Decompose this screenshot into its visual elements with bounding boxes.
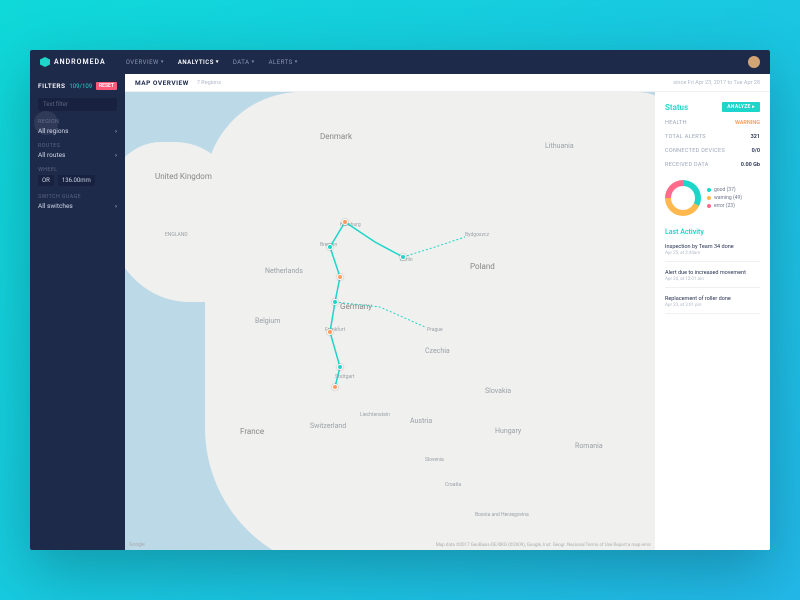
- reset-button[interactable]: RESET: [96, 82, 117, 90]
- map-label: Hungary: [495, 427, 521, 435]
- app-window: ANDROMEDA OVERVIEW▾ ANALYTICS▾ DATA▾ ALE…: [30, 50, 770, 550]
- filters-title: FILTERS: [38, 82, 65, 90]
- map-label: Germany: [340, 302, 372, 311]
- map-node[interactable]: [332, 384, 338, 390]
- legend-warning: warning (49): [707, 195, 742, 201]
- content: United Kingdom ENGLAND Denmark Netherlan…: [125, 92, 770, 550]
- map-label: Lithuania: [545, 142, 574, 150]
- map-label: Belgium: [255, 317, 280, 325]
- activity-item[interactable]: Inspection by Team 34 done Apr 25, at 2:…: [665, 244, 760, 262]
- filter-routes[interactable]: ROUTES All routes›: [38, 143, 117, 159]
- last-activity-title: Last Activity: [665, 228, 760, 236]
- donut-chart: [665, 180, 701, 216]
- filter-switch-guage[interactable]: SWITCH GUAGE All switches›: [38, 194, 117, 210]
- dot-icon: [707, 188, 711, 192]
- map-node[interactable]: [342, 219, 348, 225]
- stat-received-data: RECEIVED DATA 0.00 Gb: [665, 162, 760, 168]
- chevron-down-icon: ▾: [252, 59, 255, 65]
- page-title: MAP OVERVIEW: [135, 79, 189, 87]
- map-label: Romania: [575, 442, 603, 450]
- chevron-down-icon: ▾: [295, 59, 298, 65]
- map-label: Austria: [410, 417, 432, 425]
- brand-icon: [40, 57, 50, 67]
- stat-total-alerts: TOTAL ALERTS 321: [665, 134, 760, 140]
- map-label: Croatia: [445, 482, 461, 488]
- status-title: Status: [665, 103, 688, 112]
- map-attribution-right: Map data ©2017 GeoBasis-DE/BKG (©2009), …: [436, 543, 651, 548]
- search-input[interactable]: Text filter: [38, 98, 117, 111]
- status-header: Status ANALYZE ▸: [665, 102, 760, 112]
- tab-analytics[interactable]: ANALYTICS▾: [178, 59, 219, 66]
- tab-data[interactable]: DATA▾: [233, 59, 255, 66]
- map-label: Netherlands: [265, 267, 303, 275]
- stat-health: HEALTH WARNING: [665, 120, 760, 126]
- map-label: United Kingdom: [155, 172, 212, 181]
- analyze-button[interactable]: ANALYZE ▸: [722, 102, 760, 112]
- donut-legend: good (37) warning (49) error (23): [707, 187, 742, 209]
- filters-header: FILTERS 109/109 RESET: [38, 82, 117, 90]
- filters-count: 109/109: [69, 83, 92, 90]
- map-label: Slovakia: [485, 387, 511, 395]
- activity-item[interactable]: Replacement of roller done Apr 23, at 3:…: [665, 296, 760, 314]
- tab-overview[interactable]: OVERVIEW▾: [126, 59, 164, 66]
- chevron-right-icon: ›: [115, 202, 117, 210]
- chevron-down-icon: ▾: [161, 59, 164, 65]
- map-label: France: [240, 427, 264, 436]
- dot-icon: [707, 204, 711, 208]
- brand[interactable]: ANDROMEDA: [40, 57, 106, 67]
- top-nav: ANDROMEDA OVERVIEW▾ ANALYTICS▾ DATA▾ ALE…: [30, 50, 770, 74]
- map-city-label: Prague: [427, 327, 443, 333]
- chevron-down-icon: ▾: [216, 59, 219, 65]
- status-donut: good (37) warning (49) error (23): [665, 180, 760, 216]
- map-node[interactable]: [327, 244, 333, 250]
- main: MAP OVERVIEW 7 Regions since Fri Apr 23,…: [125, 74, 770, 550]
- map-city-label: Stuttgart: [335, 374, 355, 380]
- map-label: Liechtenstein: [360, 412, 390, 418]
- subheader: MAP OVERVIEW 7 Regions since Fri Apr 23,…: [125, 74, 770, 92]
- chevron-right-icon: ›: [115, 151, 117, 159]
- map-label: Denmark: [320, 132, 352, 141]
- right-panel: Status ANALYZE ▸ HEALTH WARNING TOTAL AL…: [655, 92, 770, 550]
- map-city-label: Bydgoszcz: [465, 232, 489, 238]
- map-label: Czechia: [425, 347, 450, 355]
- tab-alerts[interactable]: ALERTS▾: [269, 59, 298, 66]
- map-label: Switzerland: [310, 422, 346, 430]
- map-node[interactable]: [327, 329, 333, 335]
- map-node[interactable]: [337, 364, 343, 370]
- legend-good: good (37): [707, 187, 742, 193]
- sidebar: FILTERS 109/109 RESET Text filter REGION…: [30, 74, 125, 550]
- brand-label: ANDROMEDA: [54, 58, 106, 66]
- map-attribution: Google: [129, 542, 145, 548]
- wheel-op[interactable]: OR: [38, 175, 54, 186]
- map-label: Slovenia: [425, 457, 444, 463]
- stat-connected-devices: CONNECTED DEVICES 0/0: [665, 148, 760, 154]
- map-label: ENGLAND: [165, 232, 188, 238]
- dot-icon: [707, 196, 711, 200]
- legend-error: error (23): [707, 203, 742, 209]
- map-node[interactable]: [332, 299, 338, 305]
- chevron-right-icon: ›: [115, 127, 117, 135]
- region-highlight-icon: [34, 111, 58, 135]
- nav-tabs: OVERVIEW▾ ANALYTICS▾ DATA▾ ALERTS▾: [126, 59, 298, 66]
- avatar[interactable]: [748, 56, 760, 68]
- map[interactable]: United Kingdom ENGLAND Denmark Netherlan…: [125, 92, 655, 550]
- body: FILTERS 109/109 RESET Text filter REGION…: [30, 74, 770, 550]
- date-range: since Fri Apr 23, 2017 to Tue Apr 28: [673, 80, 760, 86]
- page-subtitle: 7 Regions: [197, 80, 221, 86]
- map-label: Bosnia and Herzegovina: [475, 512, 529, 518]
- filter-wheel[interactable]: WHEEL OR 136.00mm: [38, 167, 117, 186]
- map-label: Poland: [470, 262, 495, 271]
- activity-item[interactable]: Alert due to increased movement Apr 24, …: [665, 270, 760, 288]
- map-node[interactable]: [337, 274, 343, 280]
- map-node[interactable]: [400, 254, 406, 260]
- filter-region[interactable]: REGION All regions›: [38, 119, 117, 135]
- wheel-value[interactable]: 136.00mm: [58, 175, 95, 186]
